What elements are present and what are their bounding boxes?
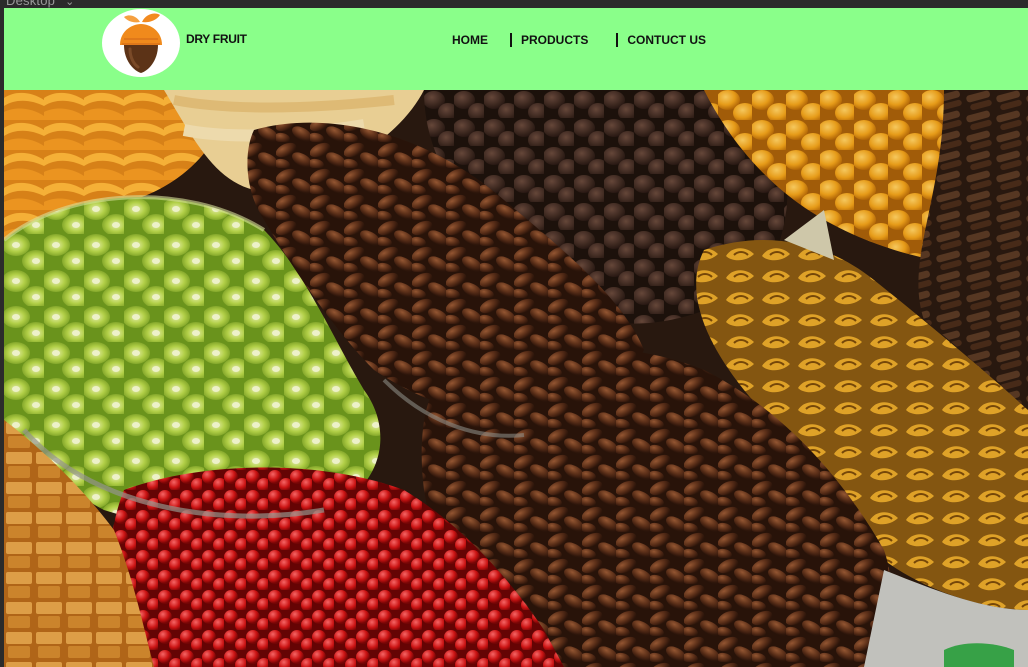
chevron-down-icon: ⌄ xyxy=(65,0,75,8)
frame-label[interactable]: Desktop ⌄ xyxy=(6,0,75,8)
site-header: DRY FRUIT HOME PRODUCTS CONTUCT US xyxy=(4,8,1028,90)
nav-contact[interactable]: CONTUCT US xyxy=(627,33,706,47)
main-nav: HOME PRODUCTS CONTUCT US xyxy=(452,32,706,48)
frame-topbar: Desktop ⌄ xyxy=(0,0,1028,8)
nav-products[interactable]: PRODUCTS xyxy=(521,33,588,47)
nav-separator xyxy=(616,33,619,47)
nav-separator xyxy=(510,33,512,47)
hero-image xyxy=(4,90,1028,667)
brand-name: DRY FRUIT xyxy=(186,32,247,46)
page-frame: DRY FRUIT HOME PRODUCTS CONTUCT US xyxy=(4,8,1028,667)
dried-fruits-photo xyxy=(4,90,1028,667)
nav-home[interactable]: HOME xyxy=(452,33,488,47)
acorn-icon[interactable] xyxy=(102,9,180,77)
